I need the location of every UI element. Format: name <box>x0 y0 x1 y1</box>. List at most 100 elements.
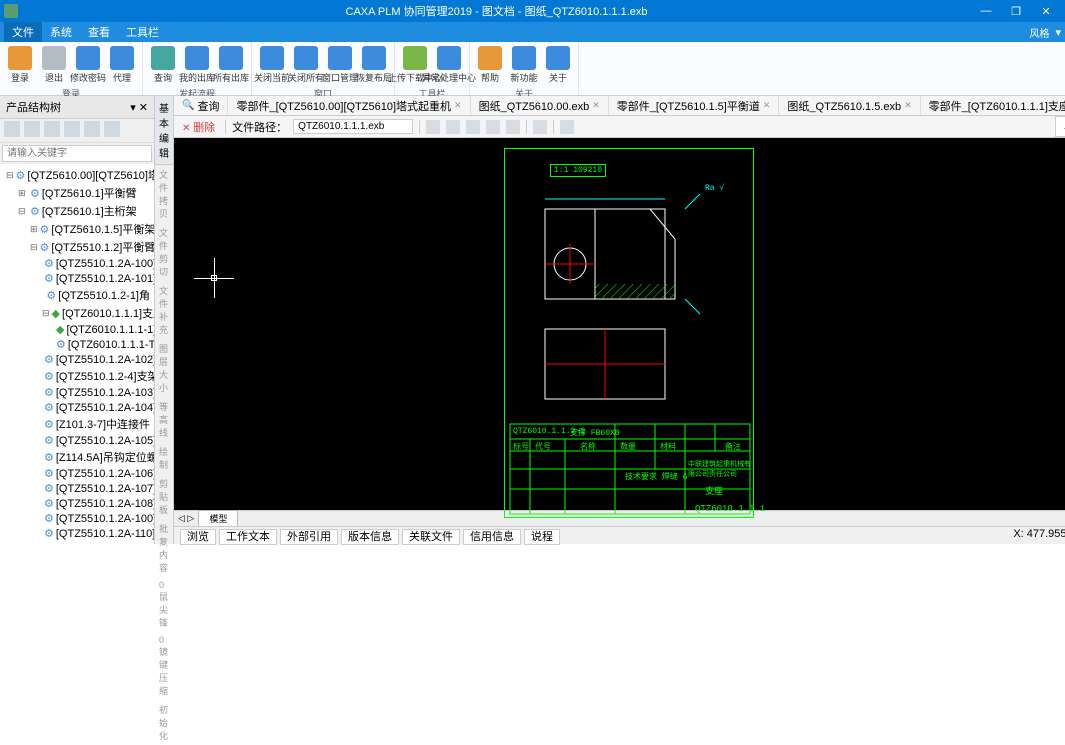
tree-item[interactable]: ⚙[QTZ5510.1.2A-102] <box>2 352 152 367</box>
status-tab[interactable]: 浏览 <box>180 529 216 545</box>
side-item[interactable]: 批复内容 <box>155 519 173 577</box>
tree-item[interactable]: ⚙[QTZ5510.1.2A-103] <box>2 385 152 400</box>
ribbon-button[interactable]: 恢复布局 <box>358 44 390 86</box>
ribbon-button[interactable]: 代理 <box>106 44 138 86</box>
search-input[interactable] <box>2 145 152 162</box>
product-tree[interactable]: ⊟⚙[QTZ5610.00][QTZ5610]塔式起重机⊞⚙[QTZ5610.1… <box>0 164 154 544</box>
ribbon-button[interactable]: 窗口管理 <box>324 44 356 86</box>
menu-view[interactable]: 查看 <box>80 22 118 42</box>
side-item[interactable]: 文件拷贝 <box>155 165 173 223</box>
minimize-button[interactable]: — <box>971 5 1001 17</box>
zoom-icon[interactable] <box>486 120 500 134</box>
document-tab[interactable]: 图纸_QTZ5610.1.5.exb✕ <box>779 96 920 115</box>
document-tab[interactable]: 零部件_[QTZ5610.00][QTZ5610]塔式起重机✕ <box>228 96 470 115</box>
tool-icon[interactable] <box>24 121 40 137</box>
tool-icon[interactable] <box>560 120 574 134</box>
tree-item[interactable]: ⊞⚙[QTZ5610.1]平衡臂 <box>2 184 152 202</box>
tree-item[interactable]: ⊟◆[QTZ6010.1.1.1]支座 <box>2 304 152 322</box>
menu-toolbar[interactable]: 工具栏 <box>118 22 167 42</box>
tree-item[interactable]: ⚙[QTZ5510.1.2A-100] <box>2 511 152 526</box>
close-icon[interactable]: ✕ <box>763 100 771 111</box>
close-button[interactable]: ✕ <box>1031 5 1061 18</box>
tree-item[interactable]: ⚙[QTZ5510.1.2A-105] <box>2 433 152 448</box>
ribbon-button[interactable]: 关于 <box>542 44 574 86</box>
status-tab[interactable]: 关联文件 <box>402 529 460 545</box>
tree-item[interactable]: ⚙[QTZ5510.1.2A-100] <box>2 256 152 271</box>
tree-item[interactable]: ⚙[QTZ5510.1.2-4]支架 <box>2 367 152 385</box>
ribbon-button[interactable]: 修改密码 <box>72 44 104 86</box>
titlebar: CAXA PLM 协同管理2019 - 图文档 - 图纸_QTZ6010.1.1… <box>0 0 1065 22</box>
tree-item[interactable]: ⊟⚙[QTZ5510.1.2]平衡臂拉杆 <box>2 238 152 256</box>
tool-icon[interactable] <box>84 121 100 137</box>
ribbon-button[interactable]: 新功能 <box>508 44 540 86</box>
delete-button[interactable]: ✕ 删除 <box>178 118 219 136</box>
tab-nav-icon[interactable]: ◁ ▷ <box>178 513 194 524</box>
document-tab[interactable]: 零部件_[QTZ5610.1.5]平衡道✕ <box>609 96 780 115</box>
zoom-icon[interactable] <box>506 120 520 134</box>
search-tab[interactable]: 🔍 查询 <box>174 96 228 115</box>
ribbon-button[interactable]: 退出 <box>38 44 70 86</box>
side-item[interactable]: 0 镜键压缩 <box>155 632 173 700</box>
tree-item[interactable]: ⚙[Z114.5A]吊钩定位螺栓 <box>2 448 152 466</box>
tool-icon[interactable] <box>533 120 547 134</box>
ribbon-button[interactable]: 查询 <box>147 44 179 86</box>
tree-item[interactable]: ⚙[QTZ5510.1.2A-106] <box>2 466 152 481</box>
zoom-icon[interactable] <box>446 120 460 134</box>
maximize-button[interactable]: ❐ <box>1001 5 1031 18</box>
document-tab[interactable]: 图纸_QTZ5610.00.exb✕ <box>471 96 609 115</box>
status-tab[interactable]: 信用信息 <box>463 529 521 545</box>
close-icon[interactable]: ✕ <box>454 100 462 111</box>
side-item[interactable]: 剪贴板 <box>155 474 173 519</box>
status-tab[interactable]: 工作文本 <box>219 529 277 545</box>
ribbon-button[interactable]: 异常处理中心 <box>433 44 465 86</box>
tool-icon[interactable] <box>64 121 80 137</box>
zoom-icon[interactable] <box>466 120 480 134</box>
tree-item[interactable]: ⚙[QTZ5510.1.2A-108] <box>2 496 152 511</box>
side-item[interactable]: 初始化 <box>155 700 173 745</box>
dropdown-icon[interactable]: ▾ <box>1055 26 1061 39</box>
close-icon[interactable]: ✕ <box>904 100 912 111</box>
menu-file[interactable]: 文件 <box>4 22 42 42</box>
tree-item[interactable]: ⚙[QTZ5510.1.2A-107] <box>2 481 152 496</box>
side-item[interactable]: 文件补充 <box>155 281 173 339</box>
ribbon-button[interactable]: 关闭当前 <box>256 44 288 86</box>
ribbon-button[interactable]: 所有出库 <box>215 44 247 86</box>
side-item[interactable]: 图层大小 <box>155 339 173 397</box>
cad-canvas[interactable]: 1:1 109210 Ra √ QTZ6010.1.1.2-1 支撑 FB60X… <box>174 138 1065 510</box>
side-item[interactable]: 绘制 <box>155 442 173 474</box>
menu-system[interactable]: 系统 <box>42 22 80 42</box>
tool-icon[interactable] <box>4 121 20 137</box>
note-text: Ra √ <box>705 184 724 193</box>
model-tab[interactable]: 模型 <box>198 510 238 527</box>
status-tab[interactable]: 外部引用 <box>280 529 338 545</box>
tree-item[interactable]: ⚙[QTZ5510.1.2A-110] <box>2 526 152 541</box>
status-tab[interactable]: 说程 <box>524 529 560 545</box>
tool-icon[interactable] <box>104 121 120 137</box>
tree-item[interactable]: ⚙[QTZ5510.1.2-1]角 <box>2 286 152 304</box>
document-tab[interactable]: 零部件_[QTZ6010.1.1.1]支座✕ <box>921 96 1065 115</box>
side-item[interactable]: 0 鼠尖锋 <box>155 577 173 632</box>
status-tab[interactable]: 版本信息 <box>341 529 399 545</box>
view-button[interactable]: 导航 <box>1055 116 1065 137</box>
zoom-icon[interactable] <box>426 120 440 134</box>
side-item[interactable]: 等高线 <box>155 397 173 442</box>
tree-item[interactable]: ⚙[QTZ5510.1.2A-111] <box>2 541 152 544</box>
tree-item[interactable]: ⚙[QTZ5510.1.2A-101] <box>2 271 152 286</box>
ribbon-button[interactable]: 我的出库 <box>181 44 213 86</box>
ribbon-button[interactable]: 帮助 <box>474 44 506 86</box>
ribbon-button[interactable]: 关闭所有 <box>290 44 322 86</box>
tree-item[interactable]: ⊞⚙[QTZ5610.1.5]平衡架 <box>2 220 152 238</box>
tree-item[interactable]: ⚙[Z101.3-7]中连接件 <box>2 415 152 433</box>
tree-item[interactable]: ⚙[QTZ5510.1.2A-104] <box>2 400 152 415</box>
close-icon[interactable]: ✕ <box>592 100 600 111</box>
style-label[interactable]: 风格 <box>1029 25 1049 40</box>
tree-item[interactable]: ◆[QTZ6010.1.1.1-1] <box>2 322 152 337</box>
tool-icon[interactable] <box>44 121 60 137</box>
tree-item[interactable]: ⊟⚙[QTZ5610.00][QTZ5610]塔式起重机 <box>2 166 152 184</box>
ribbon-button[interactable]: 登录 <box>4 44 36 86</box>
panel-pin-icon[interactable]: ▾ ✕ <box>130 101 148 114</box>
tree-item[interactable]: ⚙[QTZ6010.1.1.1-T] <box>2 337 152 352</box>
path-input[interactable] <box>293 119 413 134</box>
tree-item[interactable]: ⊟⚙[QTZ5610.1]主桁架 <box>2 202 152 220</box>
side-item[interactable]: 文件剪切 <box>155 223 173 281</box>
